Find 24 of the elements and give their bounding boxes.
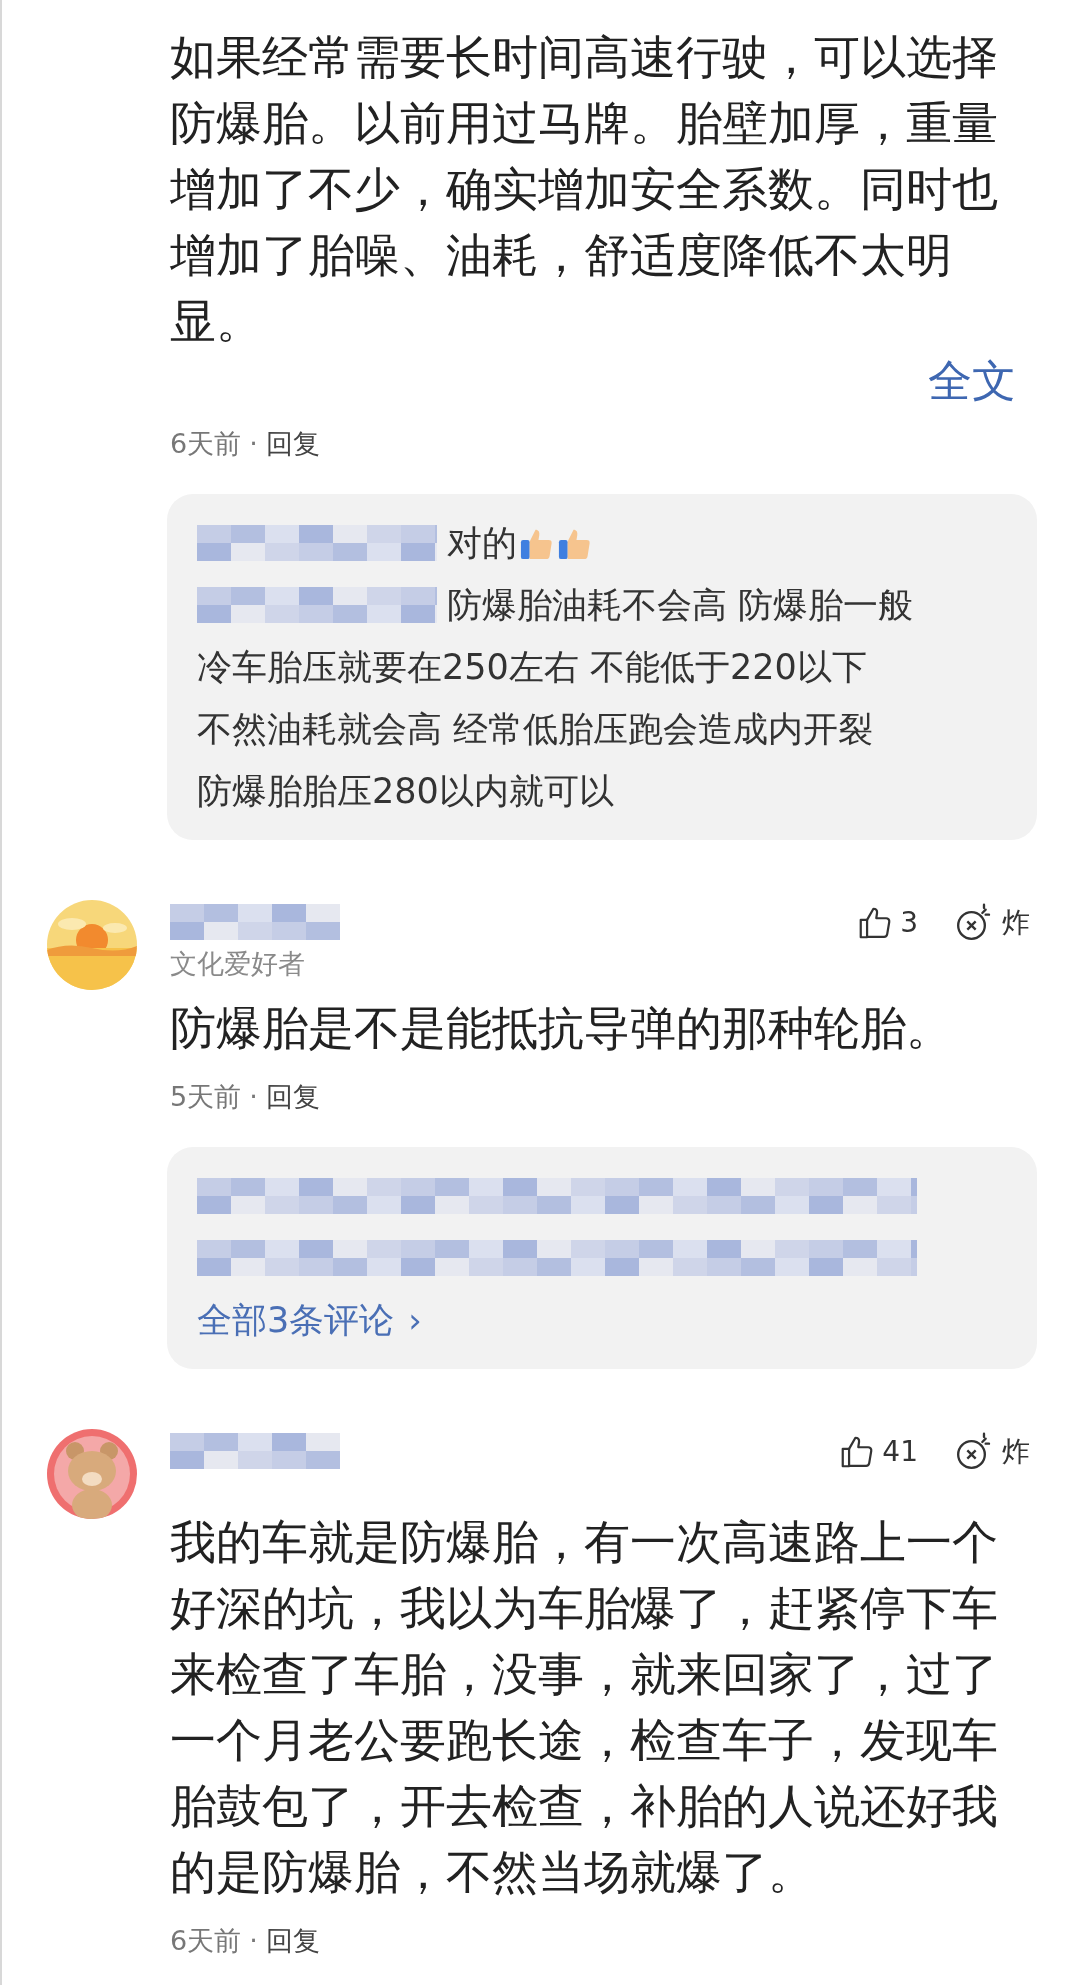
like-button[interactable]: 3 xyxy=(856,902,918,944)
reply-text: 防爆胎胎压280以内就可以 xyxy=(197,770,614,813)
reply-link[interactable]: 回复 xyxy=(265,1920,320,1962)
separator-dot: · xyxy=(249,1923,258,1958)
comment-text: 防爆胎是不是能抵抗导弹的那种轮胎。 xyxy=(170,1000,953,1057)
reply-link[interactable]: 回复 xyxy=(265,423,320,465)
timestamp: 5天前 xyxy=(170,1079,242,1114)
comment-text: 如果经常需要长时间高速行驶，可以选择防爆胎。以前用过马牌。胎壁加厚，重量增加了不少，确实增加安全系数。同时也增加了胎噪、油耗，舒适度降低不太明显。 xyxy=(170,29,999,350)
bomb-button[interactable]: 炸 xyxy=(954,1431,1030,1473)
bomb-button[interactable]: 炸 xyxy=(954,902,1030,944)
separator-dot: · xyxy=(249,426,258,461)
full-text-link[interactable]: 全文 xyxy=(928,354,1016,408)
timestamp: 6天前 xyxy=(170,1923,242,1958)
user-title: 文化爱好者 xyxy=(170,947,305,981)
reply-text: 对的 xyxy=(447,522,517,565)
like-button[interactable]: 41 xyxy=(838,1431,918,1473)
reply-text: 不然油耗就会高 经常低胎压跑会造成内开裂 xyxy=(197,708,874,751)
separator-dot: · xyxy=(249,1079,258,1114)
comment-text: 我的车就是防爆胎，有一次高速路上一个好深的坑，我以为车胎爆了，赶紧停下车来检查了车胎，没事，就来回家了，过了一个月老公要跑长途，检查车子，发现车胎鼓包了，开去检查，补胎的人说还好我的是防爆胎，不然当场就爆了。 xyxy=(170,1514,999,1901)
view-all-replies-link[interactable]: 全部3条评论 › xyxy=(197,1289,1007,1351)
reply-text: 冷车胎压就要在250左右 不能低于220以下 xyxy=(197,646,867,689)
timestamp: 6天前 xyxy=(170,426,242,461)
reply-link[interactable]: 回复 xyxy=(265,1076,320,1118)
reply-text: 防爆胎油耗不会高 防爆胎一般 xyxy=(447,584,914,627)
